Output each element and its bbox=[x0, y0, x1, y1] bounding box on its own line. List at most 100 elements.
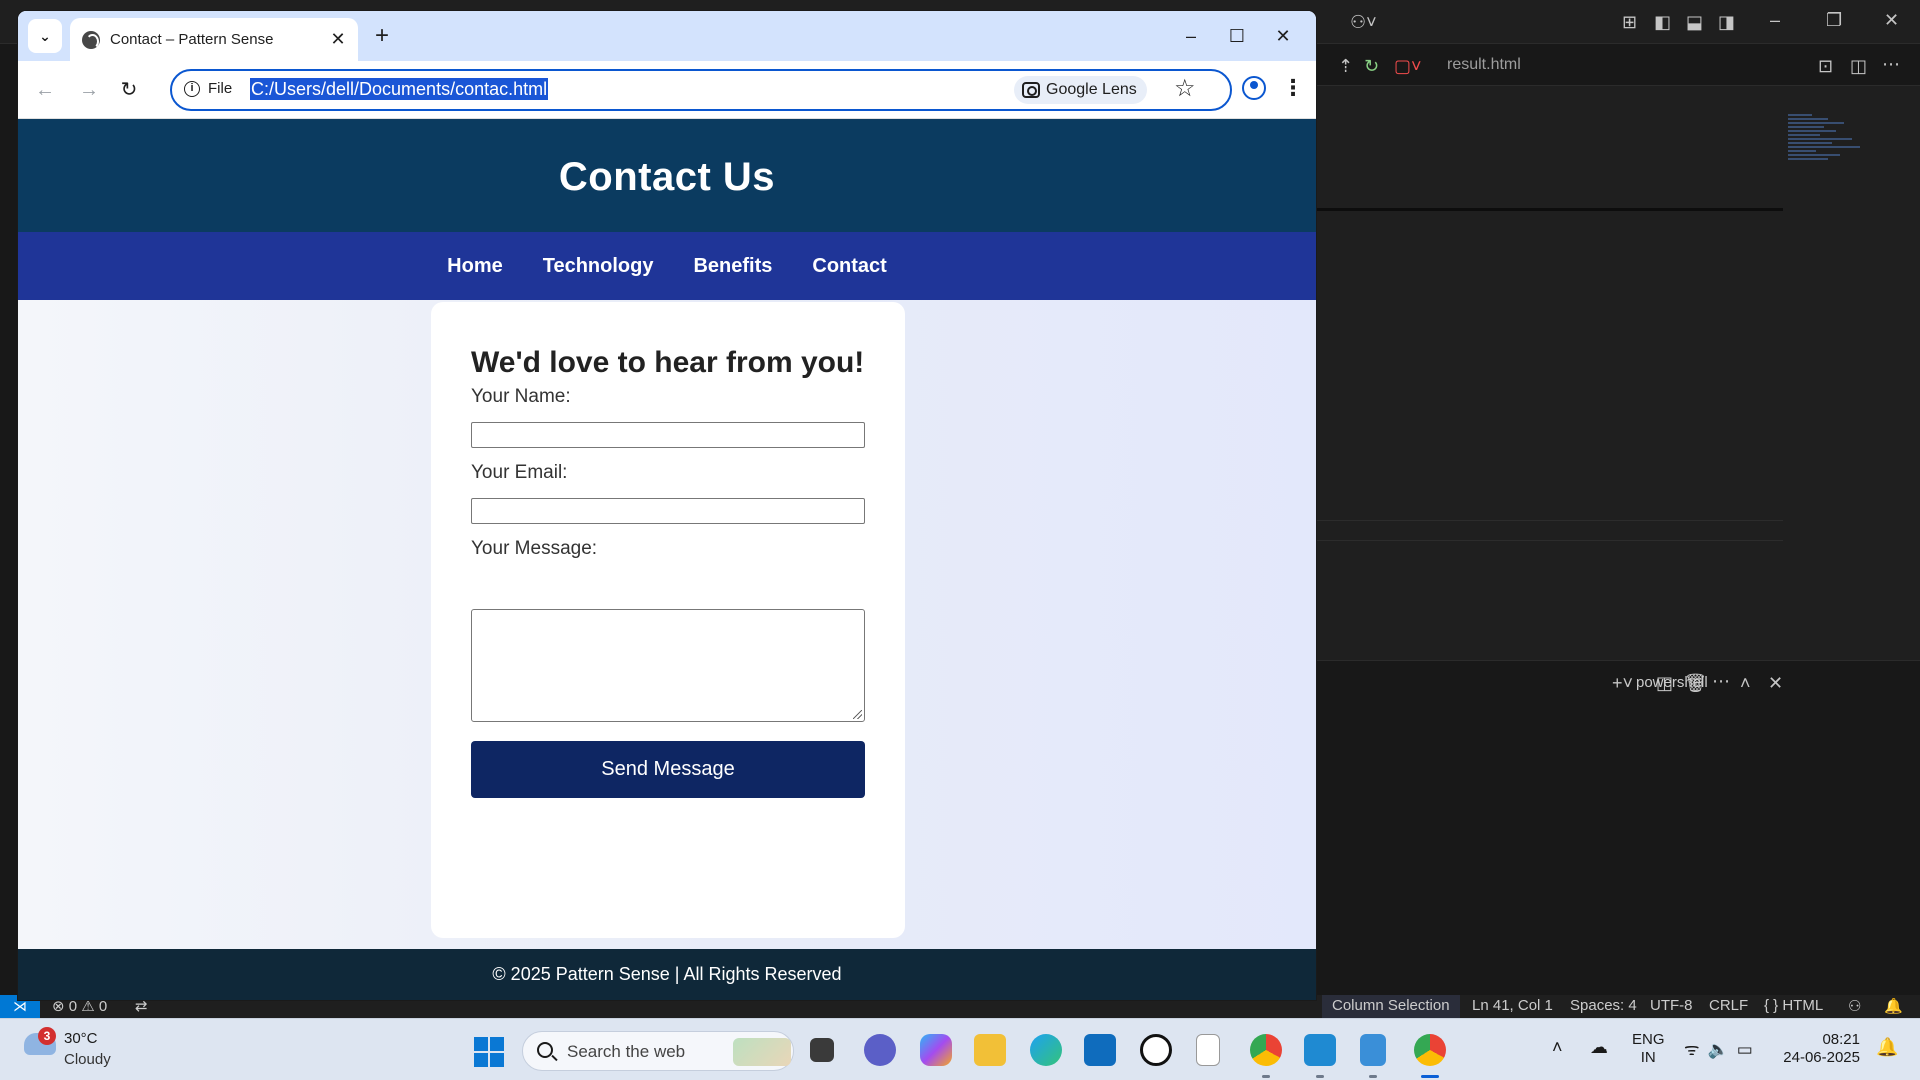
terminal-tab-powershell[interactable]: powershell bbox=[1636, 674, 1708, 691]
browser-toolbar: ← → ↻ i File C:/Users/dell/Documents/con… bbox=[18, 61, 1316, 119]
tab-strip: ⌄ Contact – Pattern Sense ✕ + – ☐ ✕ bbox=[18, 11, 1316, 61]
line-ending-status[interactable]: CRLF bbox=[1709, 997, 1748, 1014]
task-view-icon[interactable] bbox=[810, 1038, 834, 1062]
editor-divider bbox=[1316, 540, 1783, 541]
profile-avatar-icon[interactable] bbox=[1242, 76, 1266, 100]
maximize-panel-icon[interactable]: ˄ bbox=[1740, 673, 1751, 693]
running-indicator bbox=[1369, 1075, 1377, 1078]
minimap[interactable] bbox=[1788, 112, 1868, 200]
copilot-icon[interactable]: ⚇˅ bbox=[1350, 12, 1377, 32]
minimize-icon[interactable]: – bbox=[1168, 21, 1214, 51]
reload-icon[interactable]: ↻ bbox=[114, 75, 144, 105]
edge-icon[interactable] bbox=[1030, 1034, 1062, 1066]
camera-lens-icon bbox=[1022, 82, 1040, 98]
forward-arrow-icon[interactable]: → bbox=[74, 75, 104, 105]
activity-bar bbox=[0, 44, 18, 995]
encoding-status[interactable]: UTF-8 bbox=[1650, 997, 1693, 1014]
editor-tab-bar: ⇡ ↻ ▢˅ ⊡ ◫ ⋯ bbox=[1316, 44, 1920, 86]
add-terminal-icon[interactable]: +˅ bbox=[1612, 673, 1633, 693]
address-bar[interactable]: i File C:/Users/dell/Documents/contac.ht… bbox=[170, 69, 1232, 111]
maximize-icon[interactable]: ☐ bbox=[1214, 21, 1260, 51]
stop-icon[interactable]: ▢˅ bbox=[1394, 56, 1422, 76]
clock[interactable]: 08:21 24-06-2025 bbox=[1778, 1031, 1860, 1067]
open-preview-icon[interactable]: ⊡ bbox=[1818, 56, 1833, 76]
new-tab-button[interactable]: + bbox=[368, 23, 396, 51]
cursor-position-status[interactable]: Ln 41, Col 1 bbox=[1472, 997, 1553, 1014]
nav-link-home[interactable]: Home bbox=[447, 255, 503, 278]
restore-icon[interactable]: ❐ bbox=[1826, 10, 1842, 30]
nav-link-benefits[interactable]: Benefits bbox=[693, 255, 772, 278]
windows-taskbar: 3 30°C Cloudy Search the web ˄ ☁ ENG IN … bbox=[0, 1018, 1920, 1080]
tab-search-button[interactable]: ⌄ bbox=[28, 19, 62, 53]
microsoft-store-icon[interactable] bbox=[1084, 1034, 1116, 1066]
notifications-icon[interactable]: 🔔 bbox=[1884, 997, 1903, 1015]
teams-chat-icon[interactable] bbox=[864, 1034, 896, 1066]
clock-time: 08:21 bbox=[1822, 1031, 1860, 1048]
more-actions-icon[interactable]: ⋯ bbox=[1882, 54, 1900, 74]
editor-tab-result[interactable]: result.html bbox=[1447, 56, 1521, 74]
name-field[interactable] bbox=[471, 422, 865, 448]
resize-handle-icon[interactable] bbox=[853, 710, 862, 719]
chrome-icon[interactable] bbox=[1250, 1034, 1282, 1066]
language-mode-status[interactable]: { } HTML bbox=[1764, 997, 1823, 1014]
more-actions-icon[interactable]: ⋯ bbox=[1712, 671, 1730, 691]
copilot-status-icon[interactable]: ⚇ bbox=[1848, 997, 1861, 1015]
close-tab-icon[interactable]: ✕ bbox=[326, 27, 350, 51]
lang-line1: ENG bbox=[1632, 1031, 1665, 1048]
toggle-sidebar-icon[interactable]: ◧ bbox=[1654, 12, 1671, 32]
send-message-button[interactable]: Send Message bbox=[471, 741, 865, 798]
weather-description: Cloudy bbox=[64, 1051, 111, 1068]
toggle-secondary-sidebar-icon[interactable]: ◨ bbox=[1718, 12, 1735, 32]
taskbar-search-box[interactable]: Search the web bbox=[522, 1031, 794, 1071]
copilot-icon[interactable] bbox=[920, 1034, 952, 1066]
file-explorer-icon[interactable] bbox=[974, 1034, 1006, 1066]
close-panel-icon[interactable]: ✕ bbox=[1768, 673, 1783, 693]
terminal-panel[interactable]: +˅ ◫ 🗑 ⋯ ˄ ✕ bbox=[1316, 660, 1920, 1000]
customize-layout-icon[interactable]: ⊞ bbox=[1622, 12, 1637, 32]
split-editor-icon[interactable]: ◫ bbox=[1850, 56, 1867, 76]
editor-divider bbox=[1316, 520, 1783, 521]
vscode-icon[interactable] bbox=[1304, 1034, 1336, 1066]
refresh-icon[interactable]: ↻ bbox=[1364, 56, 1379, 76]
nav-link-contact[interactable]: Contact bbox=[812, 255, 886, 278]
site-info-button[interactable]: i File bbox=[184, 80, 232, 97]
column-selection-status[interactable]: Column Selection bbox=[1322, 995, 1460, 1018]
form-heading: We'd love to hear from you! bbox=[471, 346, 865, 379]
contact-form-card: We'd love to hear from you! Your Name: Y… bbox=[431, 302, 905, 938]
message-textarea[interactable] bbox=[471, 609, 865, 722]
email-field[interactable] bbox=[471, 498, 865, 524]
back-arrow-icon[interactable]: ← bbox=[30, 75, 60, 105]
google-lens-label: Google Lens bbox=[1046, 81, 1137, 98]
globe-icon bbox=[82, 31, 100, 49]
upload-icon[interactable]: ⇡ bbox=[1338, 56, 1353, 76]
windows-start-icon[interactable] bbox=[474, 1037, 504, 1067]
input-language[interactable]: ENG IN bbox=[1632, 1031, 1665, 1067]
nav-link-technology[interactable]: Technology bbox=[543, 255, 654, 278]
chrome-active-icon[interactable] bbox=[1414, 1034, 1446, 1066]
onedrive-icon[interactable]: ☁ bbox=[1590, 1037, 1608, 1058]
message-label: Your Message: bbox=[471, 538, 598, 559]
site-header: Contact Us bbox=[18, 119, 1316, 232]
url-text[interactable]: C:/Users/dell/Documents/contac.html bbox=[250, 78, 549, 100]
email-label: Your Email: bbox=[471, 462, 568, 483]
name-label: Your Name: bbox=[471, 386, 571, 407]
notification-bell-icon[interactable]: 🔔 bbox=[1876, 1037, 1898, 1058]
lang-line2: IN bbox=[1640, 1049, 1656, 1066]
kebab-menu-icon[interactable]: ⋮ bbox=[1282, 73, 1304, 103]
notepad-icon[interactable] bbox=[1360, 1034, 1386, 1066]
indentation-status[interactable]: Spaces: 4 bbox=[1570, 997, 1637, 1014]
toggle-panel-icon[interactable]: ⬓ bbox=[1686, 12, 1703, 32]
google-lens-button[interactable]: Google Lens bbox=[1014, 76, 1147, 104]
dell-icon[interactable] bbox=[1140, 1034, 1172, 1066]
browser-tab-active[interactable]: Contact – Pattern Sense ✕ bbox=[70, 18, 358, 61]
wifi-volume-battery-icon[interactable]: ᯤ🔈▭ bbox=[1684, 1037, 1761, 1060]
info-icon: i bbox=[184, 80, 200, 97]
show-hidden-icons-icon[interactable]: ˄ bbox=[1552, 1037, 1563, 1058]
site-footer: © 2025 Pattern Sense | All Rights Reserv… bbox=[18, 949, 1316, 1000]
blank-document-icon[interactable] bbox=[1196, 1034, 1220, 1066]
close-icon[interactable]: ✕ bbox=[1260, 21, 1306, 51]
bookmark-star-icon[interactable]: ☆ bbox=[1174, 74, 1196, 104]
tab-title: Contact – Pattern Sense bbox=[110, 31, 274, 48]
close-icon[interactable]: ✕ bbox=[1884, 10, 1899, 30]
minimize-icon[interactable]: – bbox=[1770, 10, 1780, 30]
